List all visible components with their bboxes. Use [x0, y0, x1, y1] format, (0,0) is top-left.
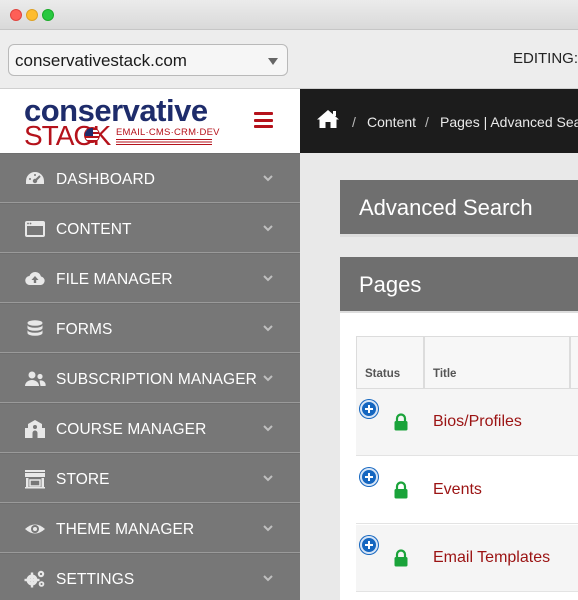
- zoom-window-button[interactable]: [42, 9, 54, 21]
- sidebar-item-label: SETTINGS: [56, 571, 135, 588]
- sidebar-item-label: CONTENT: [56, 221, 132, 238]
- expand-row-button[interactable]: [360, 468, 378, 486]
- close-window-button[interactable]: [10, 9, 22, 21]
- chevron-down-icon: [263, 225, 273, 232]
- storefront-icon: [25, 470, 45, 489]
- sidebar-item-settings[interactable]: SETTINGS: [0, 554, 300, 600]
- logo-stripes: [116, 139, 212, 145]
- gears-icon: [24, 570, 45, 588]
- school-icon: [25, 420, 45, 438]
- minimize-window-button[interactable]: [26, 9, 38, 21]
- page-title-link[interactable]: Bios/Profiles: [433, 413, 522, 431]
- chevron-down-icon: [263, 575, 273, 582]
- chevron-down-icon: [263, 525, 273, 532]
- chevron-down-icon: [263, 375, 273, 382]
- sidebar-item-label: STORE: [56, 471, 110, 488]
- sidebar-item-label: THEME MANAGER: [56, 521, 195, 538]
- breadcrumb-separator: /: [352, 114, 356, 130]
- site-select[interactable]: conservativestack.com: [8, 44, 288, 76]
- eye-icon: [25, 524, 45, 534]
- sidebar-item-subscription-manager[interactable]: SUBSCRIPTION MANAGER: [0, 354, 300, 403]
- lock-icon: [394, 413, 408, 431]
- panel-title: Pages: [359, 272, 422, 297]
- sidebar-item-content[interactable]: CONTENT: [0, 204, 300, 253]
- window-titlebar: [0, 0, 578, 30]
- home-icon[interactable]: [316, 109, 340, 129]
- cloud-upload-icon: [25, 271, 45, 286]
- column-header-extra: [570, 336, 578, 389]
- lock-icon: [394, 549, 408, 567]
- breadcrumb: / Content / Pages | Advanced Search: [300, 89, 578, 153]
- users-icon: [25, 371, 46, 386]
- column-header-status[interactable]: Status: [356, 336, 424, 389]
- advanced-search-panel-header[interactable]: Advanced Search: [340, 180, 578, 237]
- expand-row-button[interactable]: [360, 400, 378, 418]
- logo-tagline: EMAIL·CMS·CRM·DEV: [116, 127, 220, 138]
- lock-icon: [394, 481, 408, 499]
- sidebar-item-forms[interactable]: FORMS: [0, 304, 300, 353]
- pages-panel-header: Pages: [340, 257, 578, 314]
- site-select-value: conservativestack.com: [15, 51, 187, 70]
- sidebar-item-course-manager[interactable]: COURSE MANAGER: [0, 404, 300, 453]
- menu-toggle-icon[interactable]: [254, 112, 273, 128]
- breadcrumb-separator: /: [425, 114, 429, 130]
- chevron-down-icon: [268, 58, 278, 65]
- sidebar-item-theme-manager[interactable]: THEME MANAGER: [0, 504, 300, 553]
- sidebar-item-label: FORMS: [56, 321, 113, 338]
- page-title-link[interactable]: Email Templates: [433, 549, 550, 567]
- chevron-down-icon: [263, 475, 273, 482]
- sidebar-item-dashboard[interactable]: DASHBOARD: [0, 154, 300, 203]
- table-row: Email Templates: [356, 525, 578, 592]
- chevron-down-icon: [263, 325, 273, 332]
- sidebar-item-store[interactable]: STORE: [0, 454, 300, 503]
- panel-title: Advanced Search: [359, 195, 533, 220]
- sidebar-item-label: DASHBOARD: [56, 171, 156, 188]
- editing-label: EDITING:: [513, 50, 578, 67]
- browser-window-icon: [25, 221, 45, 237]
- gauge-icon: [26, 172, 44, 184]
- top-bar: conservativestack.com EDITING:: [0, 30, 578, 89]
- chevron-down-icon: [263, 425, 273, 432]
- breadcrumb-content[interactable]: Content: [367, 114, 416, 130]
- expand-row-button[interactable]: [360, 536, 378, 554]
- database-icon: [27, 320, 43, 336]
- column-header-title[interactable]: Title: [424, 336, 570, 389]
- table-row: Bios/Profiles: [356, 389, 578, 456]
- sidebar: DASHBOARD CONTENT FILE MANAGER FORMS SUB…: [0, 153, 300, 600]
- sidebar-item-label: FILE MANAGER: [56, 271, 173, 288]
- chevron-down-icon: [263, 275, 273, 282]
- flag-icon: [84, 127, 100, 143]
- breadcrumb-current: Pages | Advanced Search: [440, 114, 578, 130]
- table-row: Events: [356, 457, 578, 524]
- chevron-down-icon: [263, 175, 273, 182]
- page-title-link[interactable]: Events: [433, 481, 482, 499]
- sidebar-item-label: SUBSCRIPTION MANAGER: [56, 371, 257, 388]
- sidebar-item-label: COURSE MANAGER: [56, 421, 207, 438]
- sidebar-item-file-manager[interactable]: FILE MANAGER: [0, 254, 300, 303]
